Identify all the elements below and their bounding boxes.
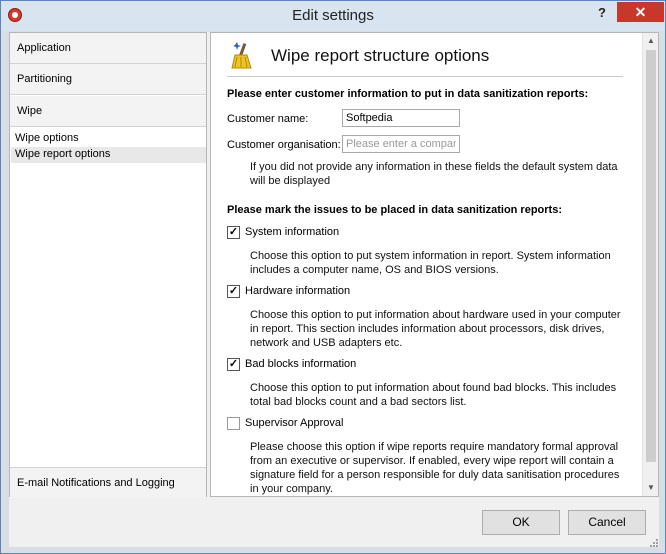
default-data-note: If you did not provide any information i…: [250, 161, 618, 187]
sidebar-section-label: E-mail Notifications and Logging: [17, 477, 175, 489]
sidebar-section-label: Wipe: [17, 105, 43, 117]
sidebar-item-wipe-options[interactable]: Wipe options: [11, 131, 206, 147]
system-information-label: System information: [245, 226, 340, 238]
sidebar-item-label: Wipe report options: [15, 148, 111, 160]
edit-settings-window: Edit settings ? ✕ Application Partitioni…: [0, 0, 666, 554]
sidebar-section-application[interactable]: Application: [10, 33, 206, 64]
resize-grip-icon[interactable]: [649, 538, 659, 548]
customer-name-input[interactable]: [342, 109, 460, 127]
sidebar-section-label: Partitioning: [17, 73, 73, 85]
sidebar-item-label: Wipe options: [15, 132, 79, 144]
close-button[interactable]: ✕: [617, 2, 664, 22]
hardware-information-description: Choose this option to put information ab…: [250, 309, 621, 349]
sidebar-item-wipe-report-options[interactable]: Wipe report options: [11, 147, 206, 163]
settings-sidebar: Application Partitioning Wipe Wipe optio…: [9, 32, 207, 498]
hardware-information-label: Hardware information: [245, 285, 351, 297]
supervisor-approval-checkbox[interactable]: [227, 417, 240, 430]
supervisor-approval-label: Supervisor Approval: [245, 417, 344, 429]
system-information-description: Choose this option to put system informa…: [250, 250, 611, 276]
title-bar[interactable]: Edit settings ? ✕: [1, 1, 665, 31]
scroll-up-arrow-icon[interactable]: ▲: [643, 33, 658, 49]
bad-blocks-information-checkbox[interactable]: ✓: [227, 358, 240, 371]
supervisor-approval-description: Please choose this option if wipe report…: [250, 441, 620, 495]
wipe-report-broom-icon: [231, 42, 252, 69]
issues-section-heading: Please mark the issues to be placed in d…: [227, 204, 562, 216]
sidebar-section-partitioning[interactable]: Partitioning: [10, 64, 206, 95]
customer-organisation-label: Customer organisation:: [227, 139, 341, 151]
wipe-report-options-panel: Wipe report structure options Please ent…: [210, 32, 659, 497]
customer-name-label: Customer name:: [227, 113, 309, 125]
sidebar-section-label: Application: [17, 42, 71, 54]
help-button[interactable]: ?: [590, 5, 614, 23]
scroll-down-arrow-icon[interactable]: ▼: [643, 480, 658, 496]
scroll-thumb[interactable]: [646, 50, 656, 462]
title-divider: [227, 76, 623, 77]
system-information-checkbox[interactable]: ✓: [227, 226, 240, 239]
dialog-client-area: Application Partitioning Wipe Wipe optio…: [9, 32, 659, 547]
sidebar-section-email-notifications[interactable]: E-mail Notifications and Logging: [10, 467, 206, 498]
panel-scrollbar[interactable]: ▲ ▼: [642, 33, 658, 496]
bad-blocks-information-label: Bad blocks information: [245, 358, 357, 370]
window-title: Edit settings: [292, 7, 374, 24]
sidebar-section-wipe[interactable]: Wipe: [10, 96, 206, 127]
customer-organisation-input[interactable]: [342, 135, 460, 153]
ok-button[interactable]: OK: [482, 510, 560, 535]
hardware-information-checkbox[interactable]: ✓: [227, 285, 240, 298]
bad-blocks-information-description: Choose this option to put information ab…: [250, 382, 617, 408]
customer-section-heading: Please enter customer information to put…: [227, 88, 589, 100]
panel-title: Wipe report structure options: [271, 46, 490, 65]
cancel-button[interactable]: Cancel: [568, 510, 646, 535]
